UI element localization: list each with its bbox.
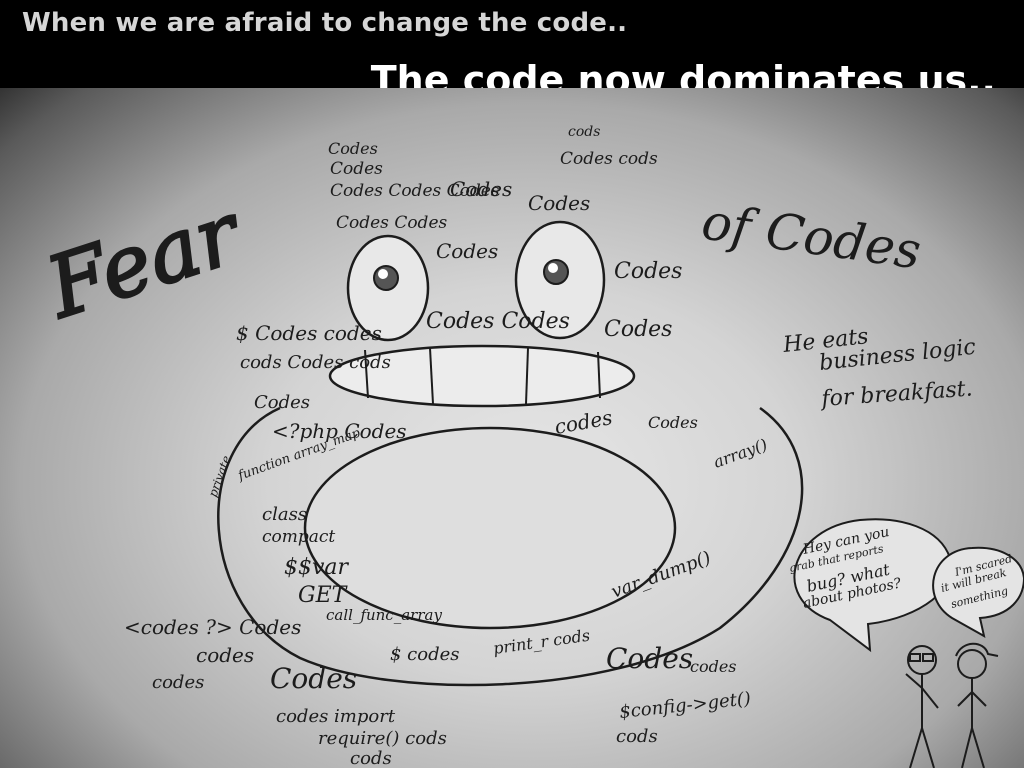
scribble: codes: [152, 672, 204, 693]
scribble: codes: [690, 657, 737, 676]
scribble: Codes: [330, 159, 383, 179]
scribble: private: [206, 454, 234, 499]
breakfast-quote: He eats business logic for breakfast.: [781, 324, 977, 412]
title-of-codes: of Codes: [698, 192, 924, 280]
title-fear: Fear: [34, 182, 255, 337]
scribble: Codes: [604, 317, 672, 342]
scribble: Codes Codes: [336, 213, 447, 233]
scribble: print_r cods: [492, 626, 591, 658]
scribble: Codes: [450, 177, 512, 201]
scribble: Codes Codes: [426, 309, 570, 334]
scribble: Codes: [436, 239, 498, 263]
speech-bubble-left: Hey can you grab that reports bug? what …: [788, 518, 953, 653]
scribble: call_func_array: [326, 606, 442, 624]
stick-figure-right: [955, 642, 999, 768]
scribble: Codes: [528, 191, 590, 215]
scribble: cods: [616, 726, 658, 747]
monster-sketch: Fear of Codes Codes Codes Codes Codes Co…: [33, 124, 1024, 768]
scribble: $ codes: [390, 644, 460, 665]
scribble: Codes: [614, 259, 682, 284]
quote-line: for breakfast.: [819, 376, 974, 412]
scribble: array(): [711, 435, 770, 472]
scribble: <codes ?> Codes: [124, 615, 301, 639]
scribble: codes: [196, 643, 254, 667]
scribble: Codes: [254, 392, 310, 413]
scribble: $$var: [284, 555, 350, 580]
caption-top-text: When we are afraid to change the code..: [22, 8, 628, 38]
scribble: Codes: [270, 662, 357, 695]
scribble: Codes: [328, 139, 378, 158]
scribble: cods: [350, 748, 392, 768]
scribble: class: [262, 504, 307, 525]
scribble: $ Codes codes: [236, 321, 382, 345]
scribble: $config->get(): [618, 688, 752, 723]
stick-figure-left: [905, 645, 939, 768]
scribble: cods Codes cods: [240, 352, 391, 373]
scribble: codes: [553, 405, 614, 439]
speech-bubble-right: I'm scared it will break something: [932, 546, 1024, 638]
scribble: GET: [298, 583, 349, 608]
scribble: codes import: [276, 706, 396, 727]
scribble: cods: [568, 124, 600, 140]
scribble: require() cods: [318, 728, 447, 749]
scribble: Codes: [648, 413, 698, 432]
scribble: compact: [262, 527, 335, 547]
whiteboard-drawing: Fear of Codes Codes Codes Codes Codes Co…: [0, 88, 1024, 768]
scribble: Codes cods: [560, 149, 658, 169]
scribble: Codes: [606, 642, 693, 675]
